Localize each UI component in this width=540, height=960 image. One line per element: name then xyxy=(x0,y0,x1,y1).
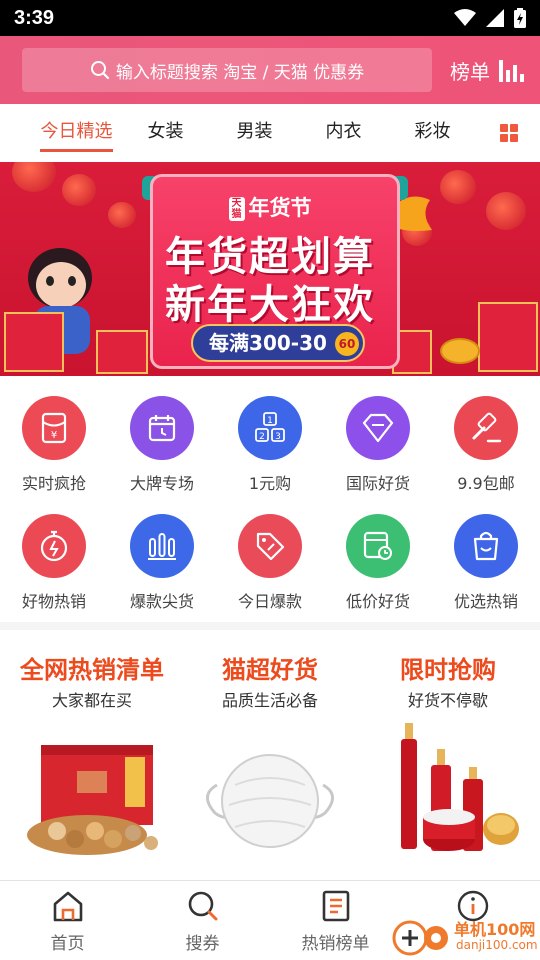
quick-link-label: 今日爆款 xyxy=(237,592,302,611)
promo-title: 全网热销清单 xyxy=(20,656,164,684)
shopping-bag-icon xyxy=(454,514,518,578)
top-header: 输入标题搜索 淘宝 / 天猫 优惠券 榜单 xyxy=(0,36,540,104)
promo-flash-sale[interactable]: 限时抢购 好货不停歇 xyxy=(358,630,538,871)
search-icon xyxy=(188,891,217,921)
snack-gift-box-image xyxy=(27,745,158,855)
wifi-icon xyxy=(454,9,476,26)
svg-text:2: 2 xyxy=(259,432,265,442)
price-tag-icon xyxy=(238,514,302,578)
lantern-decoration xyxy=(12,162,56,192)
search-icon xyxy=(90,61,109,80)
quick-link-flash-sale[interactable]: ¥ 实时疯抢 xyxy=(0,396,108,494)
promo-banner[interactable]: 天猫 年货节 年货超划算 新年大狂欢 每满300-30 60 xyxy=(0,162,540,376)
watermark-name: 单机100网 xyxy=(454,920,536,939)
quick-link-hot-items[interactable]: 好物热销 xyxy=(0,514,108,612)
tab-underwear[interactable]: 内衣 xyxy=(299,104,388,162)
diamond-icon xyxy=(346,396,410,460)
promo-title: 猫超好货 xyxy=(222,656,318,684)
nav-label: 热销榜单 xyxy=(301,934,370,954)
number-blocks-icon: 123 xyxy=(238,396,302,460)
promo-tmall-supermarket[interactable]: 猫超好货 品质生活必备 xyxy=(180,630,360,869)
svg-text:¥: ¥ xyxy=(51,430,57,441)
quick-link-label: 低价好货 xyxy=(345,592,410,611)
quick-link-label: 优选热销 xyxy=(453,592,518,611)
site-watermark: 单机100网 danji100.com xyxy=(390,912,540,960)
bar-chart-icon xyxy=(499,60,524,82)
quick-link-low-price[interactable]: 低价好货 xyxy=(324,514,432,612)
status-bar: 3:39 xyxy=(0,0,540,36)
battery-icon xyxy=(514,8,526,28)
quick-link-brand-special[interactable]: 大牌专场 xyxy=(108,396,216,494)
promo-subtitle: 大家都在买 xyxy=(51,691,132,710)
nav-label: 首页 xyxy=(50,934,85,954)
nav-coupon-search[interactable]: 搜券 xyxy=(135,889,270,954)
quick-link-bestsellers[interactable]: 爆款尖货 xyxy=(108,514,216,612)
nav-home[interactable]: 首页 xyxy=(0,889,135,954)
nav-label: 搜券 xyxy=(185,934,220,954)
list-document-icon xyxy=(322,890,349,922)
stopwatch-icon xyxy=(22,514,86,578)
search-placeholder: 输入标题搜索 淘宝 / 天猫 优惠券 xyxy=(115,62,365,83)
promo-subtitle: 好货不停歇 xyxy=(407,691,488,710)
tab-womens-wear[interactable]: 女装 xyxy=(121,104,210,162)
calendar-clock-icon xyxy=(130,396,194,460)
quick-link-international[interactable]: 国际好货 xyxy=(324,396,432,494)
coin-badge: 60 xyxy=(335,332,359,356)
auction-hammer-icon xyxy=(454,396,518,460)
promo-section: 全网热销清单 大家都在买 猫超好货 品质生活必备 限时抢购 好货不停歇 xyxy=(0,630,540,880)
svg-text:3: 3 xyxy=(275,432,281,442)
tab-today-picks[interactable]: 今日精选 xyxy=(32,104,121,162)
quick-link-label: 爆款尖货 xyxy=(129,592,194,611)
promo-subtitle: 品质生活必备 xyxy=(221,691,318,710)
festival-title: 天猫 年货节 xyxy=(0,192,540,222)
gift-box-decoration xyxy=(96,330,148,374)
status-icons xyxy=(454,8,526,28)
quick-link-featured[interactable]: 优选热销 xyxy=(432,514,540,612)
more-categories-icon[interactable] xyxy=(500,124,518,142)
offer-text: 每满300-30 xyxy=(209,331,327,355)
promo-hot-list[interactable]: 全网热销清单 大家都在买 xyxy=(2,630,182,869)
banner-headline-2: 新年大狂欢 xyxy=(165,282,375,328)
quick-link-label: 大牌专场 xyxy=(129,474,194,493)
svg-text:1: 1 xyxy=(267,416,273,426)
face-mask-image xyxy=(206,754,334,848)
status-time: 3:39 xyxy=(14,6,55,29)
cellular-signal-icon xyxy=(486,9,504,27)
quick-link-label: 9.9包邮 xyxy=(457,474,515,493)
ranking-button[interactable]: 榜单 xyxy=(450,56,524,85)
gold-coin-decoration xyxy=(440,338,480,364)
promo-title: 限时抢购 xyxy=(400,656,496,684)
home-icon xyxy=(53,891,82,922)
red-envelope-icon: ¥ xyxy=(22,396,86,460)
quick-links-grid: ¥ 实时疯抢 大牌专场 123 1元购 国际好货 9.9包邮 好物热销 爆款尖货… xyxy=(0,376,540,622)
quick-link-label: 好物热销 xyxy=(21,592,86,611)
quick-link-label: 1元购 xyxy=(248,474,292,493)
cosmetics-set-image xyxy=(401,723,519,851)
search-box[interactable]: 输入标题搜索 淘宝 / 天猫 优惠券 xyxy=(22,48,432,92)
nav-hot-ranking[interactable]: 热销榜单 xyxy=(268,889,403,954)
quick-link-free-shipping[interactable]: 9.9包邮 xyxy=(432,396,540,494)
tab-mens-wear[interactable]: 男装 xyxy=(210,104,299,162)
quick-link-one-yuan[interactable]: 123 1元购 xyxy=(216,396,324,494)
quick-link-label: 实时疯抢 xyxy=(21,474,86,493)
ranking-label: 榜单 xyxy=(450,59,490,84)
receipt-clock-icon xyxy=(346,514,410,578)
watermark-url: danji100.com xyxy=(456,938,538,952)
bar-chart-icon xyxy=(130,514,194,578)
tab-makeup[interactable]: 彩妆 xyxy=(388,104,477,162)
festival-name: 年货节 xyxy=(248,196,312,220)
quick-link-label: 国际好货 xyxy=(345,474,410,493)
category-tabs: 今日精选 女装 男装 内衣 彩妆 xyxy=(0,104,540,162)
tmall-logo: 天猫 xyxy=(228,197,245,221)
offer-pill: 每满300-30 60 xyxy=(191,324,365,362)
quick-link-today-hits[interactable]: 今日爆款 xyxy=(216,514,324,612)
watermark-logo xyxy=(392,920,448,956)
